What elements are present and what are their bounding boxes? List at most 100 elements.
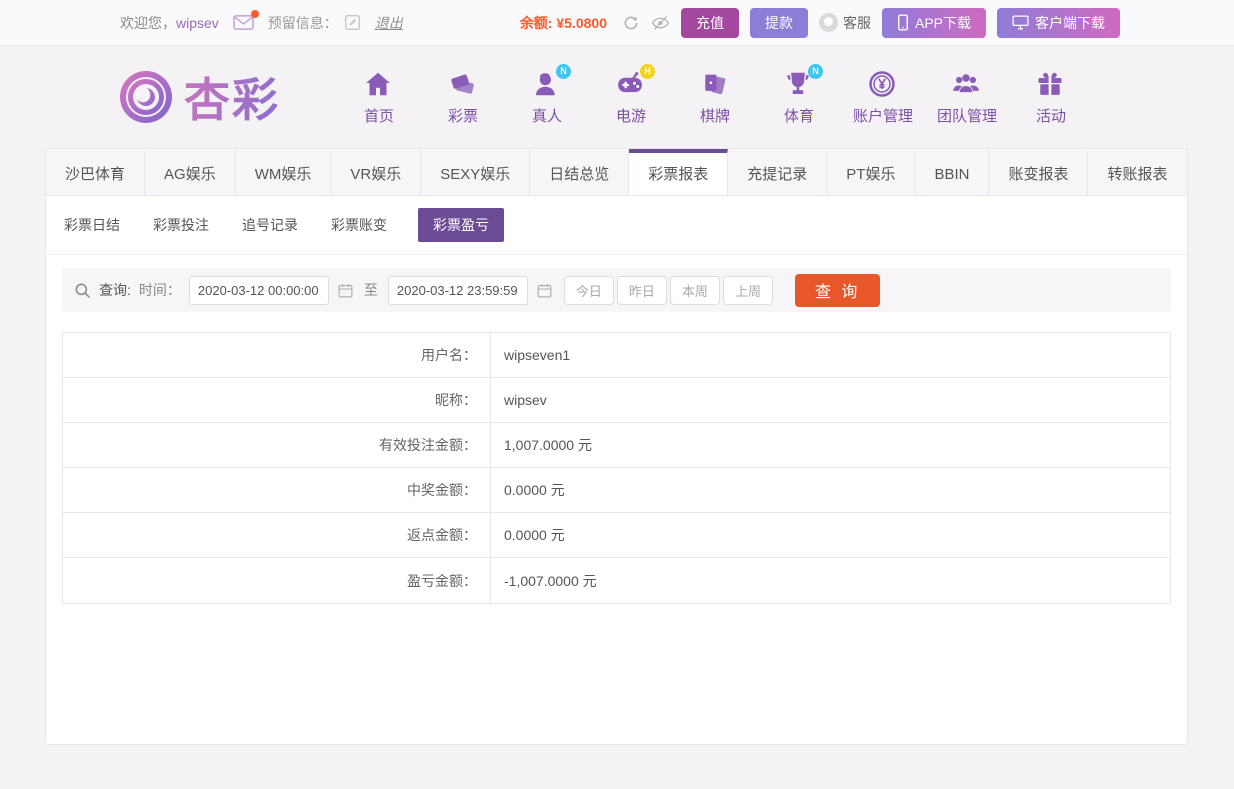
quick-range-上周[interactable]: 上周 [722,275,773,305]
mail-icon[interactable] [233,10,259,31]
app-download-button[interactable]: APP下载 [881,7,986,38]
nav-item-账户管理[interactable]: 账户管理 [846,69,920,126]
quick-range-今日[interactable]: 今日 [563,275,614,305]
tab-充提记录[interactable]: 充提记录 [728,149,828,195]
tab-VR娱乐[interactable]: VR娱乐 [331,149,422,195]
nav-badge: N [808,63,823,79]
to-label: 至 [363,282,378,298]
query-label: 查询: [99,282,131,298]
subtab-彩票盈亏[interactable]: 彩票盈亏 [418,208,504,242]
start-time-input[interactable] [188,275,329,305]
deposit-button[interactable]: 充值 [680,7,739,38]
quick-range-buttons: 今日 昨日 本周 上周 [561,275,773,305]
username: wipsev [176,14,219,31]
subtab-彩票日结[interactable]: 彩票日结 [62,208,122,242]
content-card: 沙巴体育 AG娱乐 WM娱乐 VR娱乐 SEXY娱乐 日结总览 彩票报表 充提记录 PT娱乐 BB… [45,148,1188,745]
client-download-button[interactable]: 客户端下载 [997,7,1120,38]
table-row: 盈亏金额： -1,007.0000 元 [63,558,1170,603]
nav-item-活动[interactable]: 活动 [1014,69,1088,126]
tab-彩票报表[interactable]: 彩票报表 [629,149,729,195]
subtab-彩票投注[interactable]: 彩票投注 [151,208,211,242]
nav-item-团队管理[interactable]: 团队管理 [930,69,1004,126]
balance-value: ¥5.0800 [556,14,607,31]
nav-item-label: 真人 [531,107,562,125]
tab-SEXY娱乐[interactable]: SEXY娱乐 [421,149,531,195]
nav-item-label: 团队管理 [936,107,997,125]
tab-日结总览[interactable]: 日结总览 [530,149,630,195]
calendar-icon[interactable] [536,282,553,299]
welcome-text: 欢迎您，wipsev [120,14,219,31]
gamepad-icon: H [615,63,655,101]
home-icon [363,69,395,101]
table-row: 昵称： wipsev [63,378,1170,423]
tab-余额查询[interactable]: 余额查询 [1188,149,1189,195]
table-row: 返点金额： 0.0000 元 [63,513,1170,558]
nav-item-label: 体育 [783,107,814,125]
report-table: 用户名： wipseven1 昵称： wipsev 有效投注金额： 1,007.0000 … [62,332,1171,604]
gift-icon [1035,69,1067,101]
row-label: 昵称： [63,378,491,422]
nav-items: 首页 彩票 N 真人 H 电游 棋牌 N 体育 账户管理 团队管理 活动 [342,63,1088,126]
nav-item-label: 账户管理 [852,107,913,125]
calendar-icon[interactable] [337,282,354,299]
search-button[interactable]: 查 询 [794,273,881,307]
phone-icon [897,14,909,31]
query-bar: 查询: 时间： 至 今日昨日本周上周 查 询 [62,268,1171,312]
row-value: wipseven1 [504,347,571,363]
nav-item-label: 首页 [363,107,394,125]
row-label: 返点金额： [63,513,491,557]
edit-icon[interactable] [344,14,361,31]
nav-item-棋牌[interactable]: 棋牌 [678,69,752,126]
tab-PT娱乐[interactable]: PT娱乐 [827,149,916,195]
row-label: 盈亏金额： [63,558,491,603]
row-label: 用户名： [63,333,491,377]
nav-item-真人[interactable]: N 真人 [510,63,584,126]
service-avatar-icon [818,13,838,32]
nav-badge: H [640,63,655,79]
unread-badge [250,10,259,18]
tab-BBIN[interactable]: BBIN [915,149,990,195]
tab-WM娱乐[interactable]: WM娱乐 [236,149,332,195]
time-label: 时间： [138,282,181,298]
team-icon [951,69,983,101]
ticket-icon [447,69,479,101]
nav-item-label: 电游 [615,107,646,125]
nav-item-体育[interactable]: N 体育 [762,63,836,126]
table-row: 中奖金额： 0.0000 元 [63,468,1170,513]
row-label: 有效投注金额： [63,423,491,467]
row-value: -1,007.0000 元 [504,572,597,589]
nav-item-首页[interactable]: 首页 [342,69,416,126]
customer-service-button[interactable]: 客服 [818,13,871,33]
subtab-彩票账变[interactable]: 彩票账变 [329,208,389,242]
row-value: 0.0000 元 [504,527,565,543]
end-time-input[interactable] [387,275,528,305]
cards-icon [699,69,731,101]
balance: 余额: ¥5.0800 [519,14,607,31]
withdraw-button[interactable]: 提款 [749,7,808,38]
logo-emblem-icon [118,69,174,125]
nav-badge: N [556,63,571,79]
logout-link[interactable]: 退出 [375,13,403,33]
table-row: 用户名： wipseven1 [63,333,1170,378]
table-row: 有效投注金额： 1,007.0000 元 [63,423,1170,468]
quick-range-本周[interactable]: 本周 [669,275,720,305]
hide-balance-icon[interactable] [651,15,670,31]
tab-AG娱乐[interactable]: AG娱乐 [145,149,236,195]
site-logo[interactable]: 杏彩 [118,64,280,130]
quick-range-昨日[interactable]: 昨日 [616,275,667,305]
nav-item-彩票[interactable]: 彩票 [426,69,500,126]
tab-账变报表[interactable]: 账变报表 [989,149,1089,195]
nav-item-label: 彩票 [447,107,478,125]
refresh-icon[interactable] [622,14,640,32]
subtab-bar: 彩票日结 彩票投注 追号记录 彩票账变 彩票盈亏 [46,196,1187,255]
nav-item-电游[interactable]: H 电游 [594,63,668,126]
row-value: 1,007.0000 元 [504,437,592,453]
nav-item-label: 活动 [1035,107,1066,125]
nav-item-label: 棋牌 [699,107,730,125]
tab-沙巴体育[interactable]: 沙巴体育 [46,149,146,195]
top-bar: 欢迎您，wipsev 预留信息： 退出 余额: ¥5.0800 充值 提款 客服 [0,0,1234,46]
subtab-追号记录[interactable]: 追号记录 [240,208,300,242]
reserved-info-label: 预留信息： [268,13,361,33]
tab-转账报表[interactable]: 转账报表 [1088,149,1187,195]
coin-icon [867,69,899,101]
